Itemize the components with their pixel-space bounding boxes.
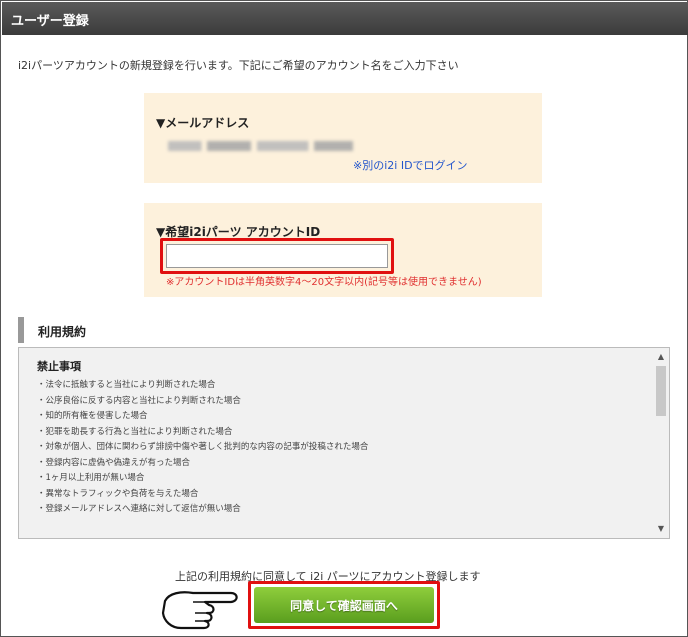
scroll-up-arrow-icon[interactable]: ▲ (653, 350, 669, 364)
registration-window: ユーザー登録 i2iパーツアカウントの新規登録を行います。下記にご希望のアカウン… (0, 0, 688, 637)
terms-scrollbar[interactable]: ▲ ▼ (653, 348, 669, 538)
terms-section-header: 利用規約 (18, 317, 670, 343)
email-address-blurred (168, 141, 353, 151)
scroll-down-arrow-icon[interactable]: ▼ (653, 522, 669, 536)
account-id-input[interactable] (166, 244, 388, 268)
account-id-note: ※アカウントIDは半角英数字4～20文字以内(記号等は使用できません) (166, 277, 482, 288)
terms-section-title: 利用規約 (38, 325, 87, 339)
other-login-link[interactable]: ※別のi2i IDでログイン (353, 157, 468, 173)
terms-item: ・登録メールアドレスへ連絡に対して返信が無い場合 (37, 504, 241, 514)
terms-item: ・知的所有権を侵害した場合 (37, 411, 148, 421)
pointing-hand-icon (161, 591, 238, 630)
page-header: ユーザー登録 (2, 2, 688, 35)
section-accent-bar (18, 317, 24, 343)
terms-item: ・1ヶ月以上利用が無い場合 (37, 473, 145, 483)
email-panel: ▼メールアドレス ※別のi2i IDでログイン (144, 93, 542, 183)
email-label: ▼メールアドレス (156, 116, 250, 130)
terms-item: ・登録内容に虚偽や偽違えが有った場合 (37, 457, 191, 468)
terms-item: ・犯罪を助長する行為と当社により判断された場合 (37, 426, 233, 437)
page-title: ユーザー登録 (11, 14, 89, 29)
terms-item: ・公序良俗に反する内容と当社により判断された場合 (37, 395, 241, 406)
agree-confirm-button[interactable]: 同意して確認画面へ (254, 587, 434, 623)
account-id-panel: ▼希望i2iパーツ アカウントID ※アカウントIDは半角英数字4～20文字以内… (144, 203, 542, 297)
terms-item: ・法令に抵触すると当社により判断された場合 (37, 380, 216, 390)
terms-heading: 禁止事項 (37, 360, 81, 373)
intro-text: i2iパーツアカウントの新規登録を行います。下記にご希望のアカウント名をご入力下… (18, 59, 459, 72)
terms-scroll-box[interactable]: 禁止事項 ・法令に抵触すると当社により判断された場合 ・公序良俗に反する内容と当… (18, 347, 670, 539)
scrollbar-thumb[interactable] (656, 366, 666, 416)
terms-content: 禁止事項 ・法令に抵触すると当社により判断された場合 ・公序良俗に反する内容と当… (37, 358, 637, 518)
terms-item: ・対象が個人、団体に関わらず誹謗中傷や著しく批判的な内容の記事が投稿された場合 (37, 442, 369, 452)
terms-item: ・異常なトラフィックや負荷を与えた場合 (37, 488, 199, 499)
